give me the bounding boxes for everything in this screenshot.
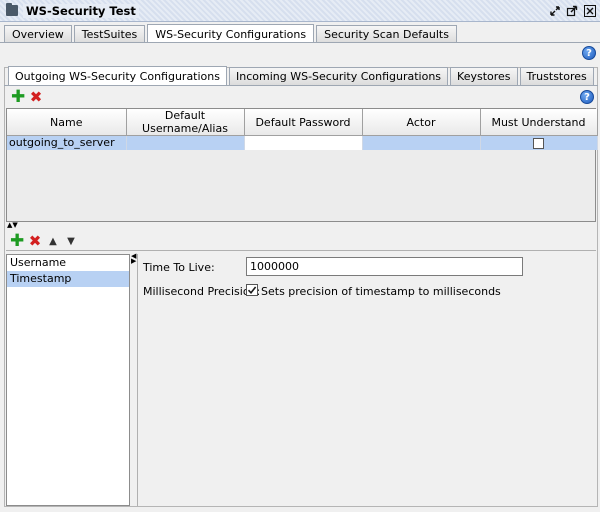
splitter-arrows-icon[interactable]: ◀ ▶ [131, 253, 136, 265]
entries-list: Username Timestamp [6, 254, 130, 506]
tab-testsuites[interactable]: TestSuites [73, 25, 146, 43]
cell-password[interactable] [244, 135, 363, 150]
top-tab-strip: Overview TestSuites WS-Security Configur… [4, 24, 459, 43]
must-understand-checkbox[interactable] [533, 137, 544, 149]
tab-overview[interactable]: Overview [4, 25, 72, 43]
tab-security-scan-defaults[interactable]: Security Scan Defaults [316, 25, 457, 43]
tab-incoming-configurations[interactable]: Incoming WS-Security Configurations [229, 67, 449, 85]
add-configuration-icon[interactable]: ✚ [11, 89, 25, 106]
close-icon[interactable] [582, 3, 597, 18]
inner-tab-divider [4, 85, 598, 86]
ttl-input[interactable] [246, 257, 523, 276]
move-down-icon[interactable]: ▼ [64, 236, 78, 247]
cell-actor[interactable] [362, 135, 481, 150]
configurations-table: Name Default Username/Alias Default Pass… [6, 108, 598, 222]
window-title: WS-Security Test [23, 4, 139, 18]
column-header-username[interactable]: Default Username/Alias [126, 109, 245, 136]
entries-toolbar: ✚ ✖ ▲ ▼ [10, 233, 78, 250]
tab-divider [0, 42, 600, 43]
cell-must-understand[interactable] [480, 135, 598, 150]
tab-ws-security-configurations[interactable]: WS-Security Configurations [147, 24, 315, 43]
ttl-label: Time To Live: [143, 261, 215, 274]
column-header-actor[interactable]: Actor [362, 109, 481, 136]
inner-tab-strip: Outgoing WS-Security Configurations Inco… [8, 66, 596, 86]
restore-icon[interactable] [547, 3, 562, 18]
cell-username[interactable] [126, 135, 245, 150]
folder-icon [6, 3, 18, 16]
vertical-splitter[interactable]: ◀ ▶ [130, 253, 138, 506]
list-item-username[interactable]: Username [7, 255, 129, 271]
add-entry-icon[interactable]: ✚ [10, 233, 24, 250]
tab-outgoing-configurations[interactable]: Outgoing WS-Security Configurations [8, 66, 227, 86]
help-icon[interactable]: ? [582, 46, 596, 60]
remove-configuration-icon[interactable]: ✖ [29, 90, 43, 105]
remove-entry-icon[interactable]: ✖ [28, 234, 42, 249]
cell-name[interactable]: outgoing_to_server [7, 135, 127, 150]
list-item-timestamp[interactable]: Timestamp [7, 271, 129, 287]
column-header-must-understand[interactable]: Must Understand [480, 109, 598, 136]
splitter-line [137, 254, 138, 506]
column-header-password[interactable]: Default Password [244, 109, 363, 136]
tab-truststores[interactable]: Truststores [519, 67, 594, 85]
column-header-name[interactable]: Name [7, 109, 127, 136]
maximize-icon[interactable] [564, 3, 579, 18]
tab-keystores[interactable]: Keystores [450, 67, 518, 85]
move-up-icon[interactable]: ▲ [46, 236, 60, 247]
ms-precision-description: Sets precision of timestamp to milliseco… [261, 285, 501, 298]
table-row[interactable]: outgoing_to_server [7, 135, 598, 150]
splitter-arrows-icon[interactable]: ▲▼ [7, 222, 18, 229]
ms-precision-checkbox[interactable] [246, 284, 258, 296]
divider [6, 250, 596, 251]
ms-precision-label: Millisecond Precision: [143, 285, 261, 298]
help-icon[interactable]: ? [580, 90, 594, 104]
